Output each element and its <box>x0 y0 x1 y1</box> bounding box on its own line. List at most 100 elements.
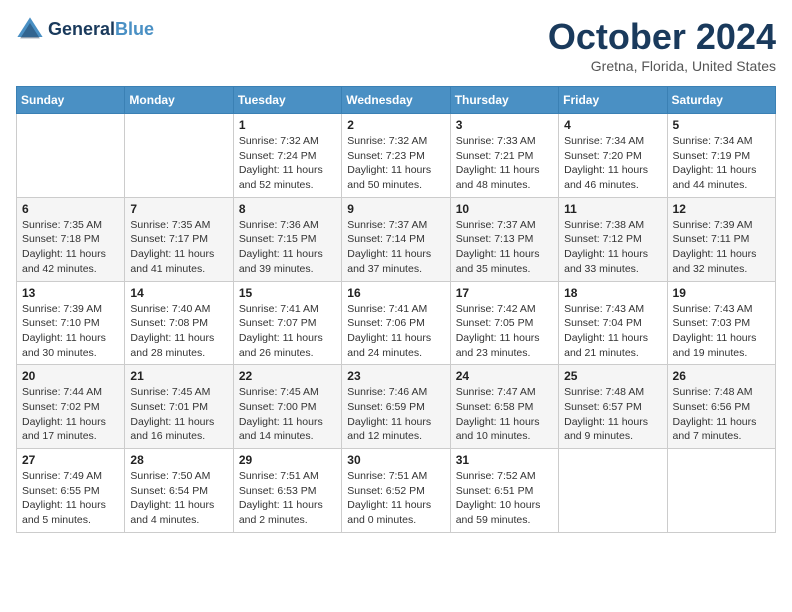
logo-text: GeneralBlue <box>48 20 154 40</box>
day-number: 11 <box>564 202 661 216</box>
calendar-cell: 1 Sunrise: 7:32 AMSunset: 7:24 PMDaylight… <box>233 114 341 198</box>
calendar-cell <box>125 114 233 198</box>
day-number: 10 <box>456 202 553 216</box>
calendar-cell: 28 Sunrise: 7:50 AMSunset: 6:54 PMDayligh… <box>125 449 233 533</box>
calendar-cell: 22 Sunrise: 7:45 AMSunset: 7:00 PMDayligh… <box>233 365 341 449</box>
title-block: October 2024 Gretna, Florida, United Sta… <box>548 16 776 74</box>
month-title: October 2024 <box>548 16 776 58</box>
calendar-cell: 27Sunrise: 7:49 AMSunset: 6:55 PMDayligh… <box>17 449 125 533</box>
day-info: Sunrise: 7:48 AMSunset: 6:57 PMDaylight:… <box>564 385 661 444</box>
calendar-table: SundayMondayTuesdayWednesdayThursdayFrid… <box>16 86 776 533</box>
day-number: 15 <box>239 286 336 300</box>
calendar-week-row: 27Sunrise: 7:49 AMSunset: 6:55 PMDayligh… <box>17 449 776 533</box>
day-number: 12 <box>673 202 770 216</box>
calendar-cell: 9Sunrise: 7:37 AMSunset: 7:14 PMDaylight… <box>342 197 450 281</box>
day-number: 26 <box>673 369 770 383</box>
calendar-cell: 31 Sunrise: 7:52 AMSunset: 6:51 PMDayligh… <box>450 449 558 533</box>
day-number: 6 <box>22 202 119 216</box>
day-info: Sunrise: 7:34 AMSunset: 7:20 PMDaylight:… <box>564 134 661 193</box>
weekday-header: Saturday <box>667 87 775 114</box>
day-number: 28 <box>130 453 227 467</box>
weekday-header: Thursday <box>450 87 558 114</box>
day-number: 17 <box>456 286 553 300</box>
calendar-cell: 15 Sunrise: 7:41 AMSunset: 7:07 PMDayligh… <box>233 281 341 365</box>
logo-icon <box>16 16 44 44</box>
calendar-cell: 18 Sunrise: 7:43 AMSunset: 7:04 PMDayligh… <box>559 281 667 365</box>
calendar-cell: 6 Sunrise: 7:35 AMSunset: 7:18 PMDaylight… <box>17 197 125 281</box>
day-number: 24 <box>456 369 553 383</box>
weekday-header: Monday <box>125 87 233 114</box>
calendar-cell: 19 Sunrise: 7:43 AMSunset: 7:03 PMDayligh… <box>667 281 775 365</box>
day-info: Sunrise: 7:51 AMSunset: 6:53 PMDaylight:… <box>239 469 336 528</box>
day-info: Sunrise: 7:45 AMSunset: 7:01 PMDaylight:… <box>130 385 227 444</box>
day-info: Sunrise: 7:49 AMSunset: 6:55 PMDaylight:… <box>22 469 119 528</box>
calendar-cell: 5 Sunrise: 7:34 AMSunset: 7:19 PMDaylight… <box>667 114 775 198</box>
day-number: 13 <box>22 286 119 300</box>
day-info: Sunrise: 7:32 AMSunset: 7:24 PMDaylight:… <box>239 134 336 193</box>
calendar-cell: 10 Sunrise: 7:37 AMSunset: 7:13 PMDayligh… <box>450 197 558 281</box>
day-info: Sunrise: 7:39 AMSunset: 7:11 PMDaylight:… <box>673 218 770 277</box>
calendar-cell <box>559 449 667 533</box>
day-number: 1 <box>239 118 336 132</box>
day-info: Sunrise: 7:42 AMSunset: 7:05 PMDaylight:… <box>456 302 553 361</box>
day-info: Sunrise: 7:51 AMSunset: 6:52 PMDaylight:… <box>347 469 444 528</box>
calendar-week-row: 13 Sunrise: 7:39 AMSunset: 7:10 PMDayligh… <box>17 281 776 365</box>
day-info: Sunrise: 7:39 AMSunset: 7:10 PMDaylight:… <box>22 302 119 361</box>
day-info: Sunrise: 7:43 AMSunset: 7:03 PMDaylight:… <box>673 302 770 361</box>
day-number: 18 <box>564 286 661 300</box>
weekday-header: Sunday <box>17 87 125 114</box>
calendar-header-row: SundayMondayTuesdayWednesdayThursdayFrid… <box>17 87 776 114</box>
day-number: 16 <box>347 286 444 300</box>
calendar-cell: 12 Sunrise: 7:39 AMSunset: 7:11 PMDayligh… <box>667 197 775 281</box>
day-number: 21 <box>130 369 227 383</box>
day-info: Sunrise: 7:35 AMSunset: 7:18 PMDaylight:… <box>22 218 119 277</box>
calendar-cell: 26 Sunrise: 7:48 AMSunset: 6:56 PMDayligh… <box>667 365 775 449</box>
day-info: Sunrise: 7:37 AMSunset: 7:13 PMDaylight:… <box>456 218 553 277</box>
calendar-cell: 23Sunrise: 7:46 AMSunset: 6:59 PMDayligh… <box>342 365 450 449</box>
day-info: Sunrise: 7:40 AMSunset: 7:08 PMDaylight:… <box>130 302 227 361</box>
calendar-cell: 14 Sunrise: 7:40 AMSunset: 7:08 PMDayligh… <box>125 281 233 365</box>
day-info: Sunrise: 7:37 AMSunset: 7:14 PMDaylight:… <box>347 218 444 277</box>
calendar-week-row: 1 Sunrise: 7:32 AMSunset: 7:24 PMDaylight… <box>17 114 776 198</box>
day-info: Sunrise: 7:48 AMSunset: 6:56 PMDaylight:… <box>673 385 770 444</box>
day-number: 31 <box>456 453 553 467</box>
day-info: Sunrise: 7:41 AMSunset: 7:07 PMDaylight:… <box>239 302 336 361</box>
calendar-cell: 3Sunrise: 7:33 AMSunset: 7:21 PMDaylight… <box>450 114 558 198</box>
weekday-header: Wednesday <box>342 87 450 114</box>
day-info: Sunrise: 7:34 AMSunset: 7:19 PMDaylight:… <box>673 134 770 193</box>
calendar-cell: 30Sunrise: 7:51 AMSunset: 6:52 PMDayligh… <box>342 449 450 533</box>
calendar-cell: 21 Sunrise: 7:45 AMSunset: 7:01 PMDayligh… <box>125 365 233 449</box>
calendar-cell <box>17 114 125 198</box>
day-number: 23 <box>347 369 444 383</box>
day-info: Sunrise: 7:52 AMSunset: 6:51 PMDaylight:… <box>456 469 553 528</box>
day-number: 22 <box>239 369 336 383</box>
calendar-cell: 7Sunrise: 7:35 AMSunset: 7:17 PMDaylight… <box>125 197 233 281</box>
calendar-cell: 13 Sunrise: 7:39 AMSunset: 7:10 PMDayligh… <box>17 281 125 365</box>
day-number: 5 <box>673 118 770 132</box>
day-info: Sunrise: 7:36 AMSunset: 7:15 PMDaylight:… <box>239 218 336 277</box>
calendar-week-row: 20Sunrise: 7:44 AMSunset: 7:02 PMDayligh… <box>17 365 776 449</box>
calendar-cell: 17 Sunrise: 7:42 AMSunset: 7:05 PMDayligh… <box>450 281 558 365</box>
day-info: Sunrise: 7:32 AMSunset: 7:23 PMDaylight:… <box>347 134 444 193</box>
day-number: 4 <box>564 118 661 132</box>
day-number: 19 <box>673 286 770 300</box>
calendar-cell: 20Sunrise: 7:44 AMSunset: 7:02 PMDayligh… <box>17 365 125 449</box>
calendar-cell: 2Sunrise: 7:32 AMSunset: 7:23 PMDaylight… <box>342 114 450 198</box>
day-number: 14 <box>130 286 227 300</box>
day-info: Sunrise: 7:45 AMSunset: 7:00 PMDaylight:… <box>239 385 336 444</box>
day-info: Sunrise: 7:33 AMSunset: 7:21 PMDaylight:… <box>456 134 553 193</box>
day-info: Sunrise: 7:43 AMSunset: 7:04 PMDaylight:… <box>564 302 661 361</box>
weekday-header: Friday <box>559 87 667 114</box>
calendar-cell: 24Sunrise: 7:47 AMSunset: 6:58 PMDayligh… <box>450 365 558 449</box>
weekday-header: Tuesday <box>233 87 341 114</box>
day-number: 8 <box>239 202 336 216</box>
calendar-cell: 8 Sunrise: 7:36 AMSunset: 7:15 PMDaylight… <box>233 197 341 281</box>
day-info: Sunrise: 7:50 AMSunset: 6:54 PMDaylight:… <box>130 469 227 528</box>
day-number: 25 <box>564 369 661 383</box>
location: Gretna, Florida, United States <box>548 58 776 74</box>
page-header: GeneralBlue October 2024 Gretna, Florida… <box>16 16 776 74</box>
calendar-cell: 4 Sunrise: 7:34 AMSunset: 7:20 PMDaylight… <box>559 114 667 198</box>
day-info: Sunrise: 7:35 AMSunset: 7:17 PMDaylight:… <box>130 218 227 277</box>
calendar-cell <box>667 449 775 533</box>
day-info: Sunrise: 7:41 AMSunset: 7:06 PMDaylight:… <box>347 302 444 361</box>
